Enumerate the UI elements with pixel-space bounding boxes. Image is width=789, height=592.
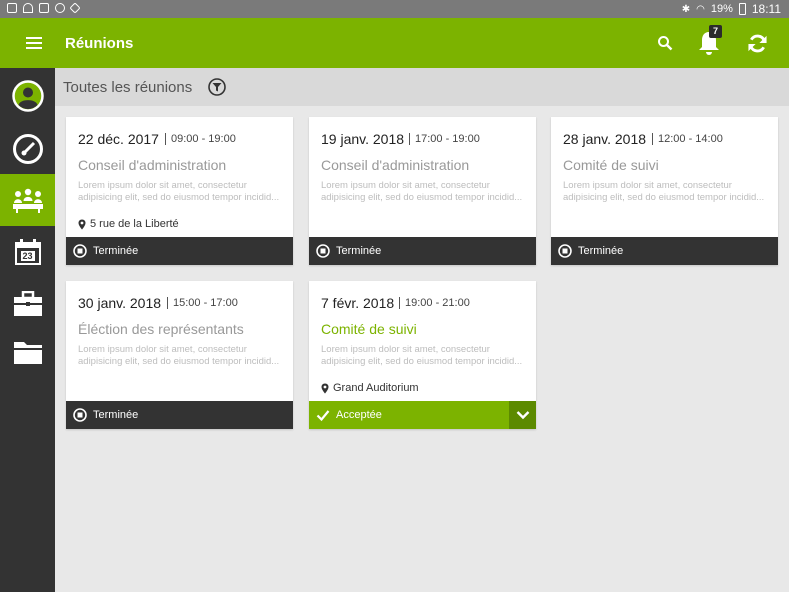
status-system-icons: ✱ ◠ 19% 18:11 [682,2,781,16]
battery-percent: 19% [710,3,733,15]
meeting-status: Acceptée [336,409,382,421]
meeting-time: 17:00 - 19:00 [409,133,480,145]
sync-icon[interactable] [747,33,768,54]
calendar-icon: 23 [14,238,42,266]
chevron-down-icon [516,411,529,420]
calendar-day: 23 [20,251,35,261]
meeting-description: Lorem ipsum dolor sit amet, consectetur … [78,344,280,367]
meeting-description: Lorem ipsum dolor sit amet, consectetur … [563,180,765,203]
stop-circle-icon [73,244,87,258]
app-bar: Réunions 7 [0,18,789,68]
meeting-date: 28 janv. 2018 [563,131,647,147]
meeting-location: Grand Auditorium [321,382,419,394]
notification-icon [7,3,17,13]
meeting-status: Terminée [578,245,624,257]
menu-icon[interactable] [26,37,42,49]
meeting-status-bar: Terminée [551,237,778,265]
sidebar-item-dashboard[interactable] [0,123,55,175]
stop-circle-icon [316,244,330,258]
location-pin-icon [78,219,86,229]
check-icon [316,410,330,422]
stop-circle-icon [73,408,87,422]
meeting-location-text: 5 rue de la Liberté [90,218,179,230]
cloud-icon [55,3,65,13]
play-store-icon [69,2,81,14]
folder-icon [13,342,42,364]
user-icon [11,80,44,112]
sidebar-item-meetings[interactable] [0,174,55,226]
meeting-status-bar: Acceptée [309,401,536,429]
search-icon[interactable] [657,35,673,51]
page-title: Réunions [65,35,134,52]
meeting-card[interactable]: 7 févr. 2018 19:00 - 21:00 Comité de sui… [309,281,536,429]
meeting-card[interactable]: 28 janv. 2018 12:00 - 14:00 Comité de su… [551,117,778,265]
meeting-name: Comité de suivi [321,321,417,337]
status-notification-icons [7,2,81,14]
sidebar-item-briefcase[interactable] [0,278,55,330]
meeting-status: Terminée [93,409,139,421]
location-pin-icon [321,383,329,393]
status-bar: ✱ ◠ 19% 18:11 [0,0,789,18]
meeting-date: 30 janv. 2018 [78,295,162,311]
filter-icon[interactable] [208,78,226,96]
meeting-card[interactable]: 30 janv. 2018 15:00 - 17:00 Éléction des… [66,281,293,429]
wifi-signal-icon: ◠ [696,3,705,15]
meeting-name: Comité de suivi [563,157,659,173]
meeting-status-bar: Terminée [66,237,293,265]
wifi-icon [23,3,33,13]
bluetooth-icon: ✱ [681,3,691,15]
meeting-date: 22 déc. 2017 [78,131,159,147]
notification-badge: 7 [709,25,722,38]
sidebar-item-profile[interactable] [0,70,55,122]
meeting-name: Éléction des représentants [78,321,244,337]
section-title: Toutes les réunions [63,79,193,96]
meeting-status: Terminée [93,245,139,257]
meeting-description: Lorem ipsum dolor sit amet, consectetur … [321,344,523,367]
meeting-name: Conseil d'administration [78,157,227,173]
sidebar-item-documents[interactable] [0,326,55,378]
meetings-icon [12,188,43,213]
meeting-card[interactable]: 19 janv. 2018 17:00 - 19:00 Conseil d'ad… [309,117,536,265]
stop-circle-icon [558,244,572,258]
meeting-card[interactable]: 22 déc. 2017 09:00 - 19:00 Conseil d'adm… [66,117,293,265]
sidebar-item-calendar[interactable]: 23 [0,226,55,278]
sim-icon [39,3,49,13]
meeting-time: 12:00 - 14:00 [652,133,723,145]
meeting-description: Lorem ipsum dolor sit amet, consectetur … [78,180,280,203]
meeting-status: Terminée [336,245,382,257]
meeting-time: 15:00 - 17:00 [167,297,238,309]
meeting-time: 19:00 - 21:00 [399,297,470,309]
meeting-location-text: Grand Auditorium [333,382,419,394]
meeting-name: Conseil d'administration [321,157,470,173]
meeting-location: 5 rue de la Liberté [78,218,179,230]
briefcase-icon [13,291,42,316]
meeting-status-bar: Terminée [66,401,293,429]
battery-icon [738,3,746,15]
meeting-time: 09:00 - 19:00 [165,133,236,145]
meeting-description: Lorem ipsum dolor sit amet, consectetur … [321,180,523,203]
clock: 18:11 [751,2,781,16]
meeting-status-bar: Terminée [309,237,536,265]
meeting-date: 7 févr. 2018 [321,295,395,311]
status-dropdown-button[interactable] [509,401,536,429]
content-header: Toutes les réunions [55,68,789,106]
sidebar: 23 [0,68,55,592]
dashboard-icon [12,134,43,164]
meeting-date: 19 janv. 2018 [321,131,405,147]
